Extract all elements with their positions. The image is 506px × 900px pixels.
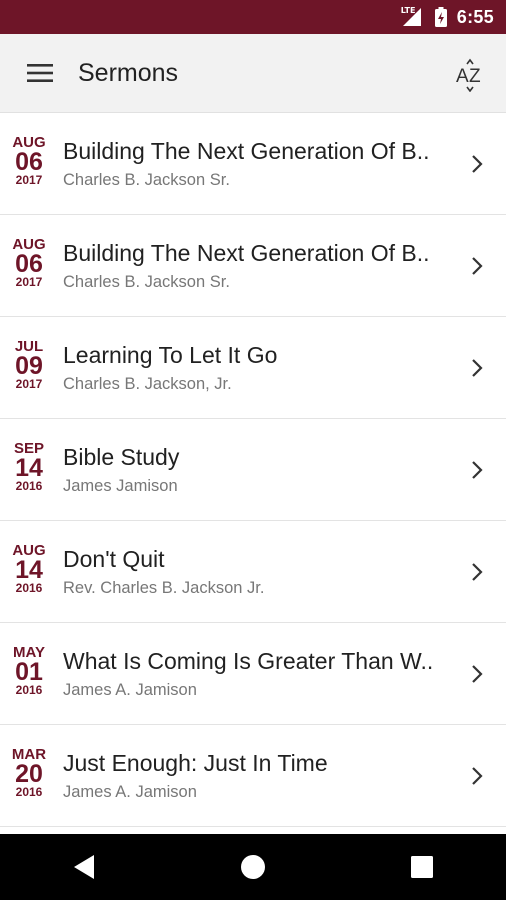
- sermon-title: Bible Study: [63, 444, 180, 470]
- network-type-label: LTE: [400, 6, 416, 15]
- date-day: 01: [15, 658, 43, 686]
- date-day: 20: [15, 760, 43, 788]
- sermon-date: AUG 06 2017: [0, 237, 58, 289]
- sermon-row[interactable]: AUG 14 2016 Don't Quit Rev. Charles B. J…: [0, 521, 506, 623]
- sermon-row[interactable]: AUG 06 2017 Building The Next Generation…: [0, 113, 506, 215]
- sermon-title: Building The Next Generation Of B..: [63, 240, 430, 266]
- chevron-right-icon: [472, 257, 483, 275]
- recents-icon[interactable]: [392, 837, 452, 897]
- sermon-speaker: Rev. Charles B. Jackson Jr.: [63, 579, 265, 597]
- sermon-title: Building The Next Generation Of B..: [63, 138, 430, 164]
- sermon-date: SEP 14 2016: [0, 441, 58, 493]
- chevron-right-icon: [472, 359, 483, 377]
- svg-text:Z: Z: [469, 66, 481, 87]
- chevron-right-icon: [472, 155, 483, 173]
- sermon-title: Don't Quit: [63, 546, 165, 572]
- chevron-right-icon: [472, 461, 483, 479]
- status-bar: LTE 6:55: [0, 0, 506, 34]
- sermon-date: JUL 09 2017: [0, 339, 58, 391]
- app-bar: Sermons A Z: [0, 34, 506, 113]
- home-icon[interactable]: [223, 837, 283, 897]
- sermon-title: What Is Coming Is Greater Than W..: [63, 648, 434, 674]
- date-year: 2017: [15, 377, 43, 391]
- system-nav-bar: [0, 834, 506, 900]
- sermon-speaker: James A. Jamison: [63, 681, 197, 699]
- date-year: 2016: [15, 479, 43, 493]
- sermon-date: AUG 06 2017: [0, 135, 58, 187]
- clock: 6:55: [456, 6, 494, 27]
- sermon-date: AUG 14 2016: [0, 543, 58, 595]
- date-year: 2016: [15, 683, 43, 697]
- chevron-right-icon: [472, 767, 483, 785]
- date-day: 06: [15, 250, 43, 278]
- sermon-row[interactable]: AUG 06 2017 Building The Next Generation…: [0, 215, 506, 317]
- date-year: 2017: [15, 275, 43, 289]
- signal-icon: LTE: [400, 6, 421, 26]
- sermon-row[interactable]: JUL 09 2017 Learning To Let It Go Charle…: [0, 317, 506, 419]
- chevron-right-icon: [472, 665, 483, 683]
- sermon-speaker: Charles B. Jackson Sr.: [63, 171, 230, 189]
- date-day: 06: [15, 148, 43, 176]
- sermon-speaker: James Jamison: [63, 477, 178, 495]
- sermon-row[interactable]: MAR 20 2016 Just Enough: Just In Time Ja…: [0, 725, 506, 827]
- page-title: Sermons: [78, 58, 179, 87]
- date-year: 2016: [15, 785, 43, 799]
- sermon-title: Learning To Let It Go: [63, 342, 278, 368]
- sermon-date: MAY 01 2016: [0, 645, 58, 697]
- sermon-speaker: James A. Jamison: [63, 783, 197, 801]
- hamburger-menu-icon[interactable]: [20, 53, 60, 93]
- sermon-speaker: Charles B. Jackson Sr.: [63, 273, 230, 291]
- date-day: 09: [15, 352, 43, 380]
- date-year: 2016: [15, 581, 43, 595]
- sermon-title: Just Enough: Just In Time: [63, 750, 328, 776]
- date-day: 14: [15, 454, 43, 482]
- sermon-speaker: Charles B. Jackson, Jr.: [63, 375, 232, 393]
- sermon-date: MAR 20 2016: [0, 747, 58, 799]
- sort-alpha-icon[interactable]: A Z: [456, 58, 490, 93]
- battery-charging-icon: [434, 7, 447, 27]
- sermon-row[interactable]: SEP 14 2016 Bible Study James Jamison: [0, 419, 506, 521]
- sermon-row[interactable]: MAY 01 2016 What Is Coming Is Greater Th…: [0, 623, 506, 725]
- back-icon[interactable]: [54, 837, 114, 897]
- date-day: 14: [15, 556, 43, 584]
- date-year: 2017: [15, 173, 43, 187]
- sermon-list: AUG 06 2017 Building The Next Generation…: [0, 113, 506, 827]
- chevron-right-icon: [472, 563, 483, 581]
- svg-text:A: A: [456, 66, 469, 87]
